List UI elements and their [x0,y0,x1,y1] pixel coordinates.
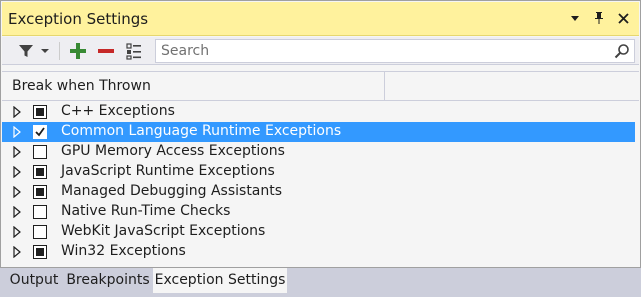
dropdown-arrow-icon[interactable] [38,40,52,62]
row-label: GPU Memory Access Exceptions [61,143,285,159]
column-header-break-when-thrown[interactable]: Break when Thrown [12,78,151,94]
restore-defaults-icon[interactable] [123,40,145,62]
window-title: Exception Settings [8,10,149,28]
expand-triangle-icon[interactable] [13,105,21,122]
add-icon[interactable] [67,40,89,62]
toolbar [2,37,639,65]
list-item[interactable]: WebKit JavaScript Exceptions [2,222,635,242]
expand-triangle-icon[interactable] [13,125,21,142]
row-label: Native Run-Time Checks [61,203,231,219]
expand-triangle-icon[interactable] [13,225,21,242]
search-input[interactable] [156,40,606,62]
tab-breakpoints[interactable]: Breakpoints [64,268,152,294]
tab-exception-settings[interactable]: Exception Settings [152,268,288,294]
search-box[interactable] [155,39,635,63]
expand-triangle-icon[interactable] [13,205,21,222]
expand-triangle-icon[interactable] [13,185,21,202]
row-checkbox[interactable] [33,245,47,259]
row-checkbox[interactable] [33,165,47,179]
row-checkbox[interactable] [33,125,47,139]
row-checkbox[interactable] [33,105,47,119]
close-icon[interactable] [613,8,633,28]
list-item[interactable]: Win32 Exceptions [2,242,635,262]
expand-triangle-icon[interactable] [13,245,21,262]
search-icon[interactable] [614,43,630,63]
expand-triangle-icon[interactable] [13,165,21,182]
row-checkbox[interactable] [33,205,47,219]
exception-list: C++ Exceptions Common Language Runtime E… [2,102,639,264]
row-checkbox[interactable] [33,225,47,239]
window-position-icon[interactable] [565,8,585,28]
tool-window-tabs: Output Breakpoints Exception Settings [0,268,641,297]
pin-icon[interactable] [589,8,609,28]
row-label: Win32 Exceptions [61,243,186,259]
list-item[interactable]: Native Run-Time Checks [2,202,635,222]
expand-triangle-icon[interactable] [13,145,21,162]
remove-icon[interactable] [95,40,117,62]
list-item-selected[interactable]: Common Language Runtime Exceptions [2,122,635,142]
row-checkbox[interactable] [33,185,47,199]
row-label: Managed Debugging Assistants [61,183,283,199]
title-bar: Exception Settings [2,2,639,36]
list-item[interactable]: Managed Debugging Assistants [2,182,635,202]
list-item[interactable]: GPU Memory Access Exceptions [2,142,635,162]
row-label: WebKit JavaScript Exceptions [61,223,266,239]
list-item[interactable]: JavaScript Runtime Exceptions [2,162,635,182]
filter-icon[interactable] [14,40,38,62]
tab-output[interactable]: Output [4,268,64,294]
list-item[interactable]: C++ Exceptions [2,102,635,122]
row-label: Common Language Runtime Exceptions [61,123,342,139]
toolbar-separator [59,42,60,60]
row-label: C++ Exceptions [61,103,175,119]
row-checkbox[interactable] [33,145,47,159]
exception-settings-window: Exception Settings Search Break when Thr… [0,0,641,268]
row-label: JavaScript Runtime Exceptions [61,163,275,179]
column-header-row: Break when Thrown [2,71,639,101]
column-divider[interactable] [384,72,385,101]
